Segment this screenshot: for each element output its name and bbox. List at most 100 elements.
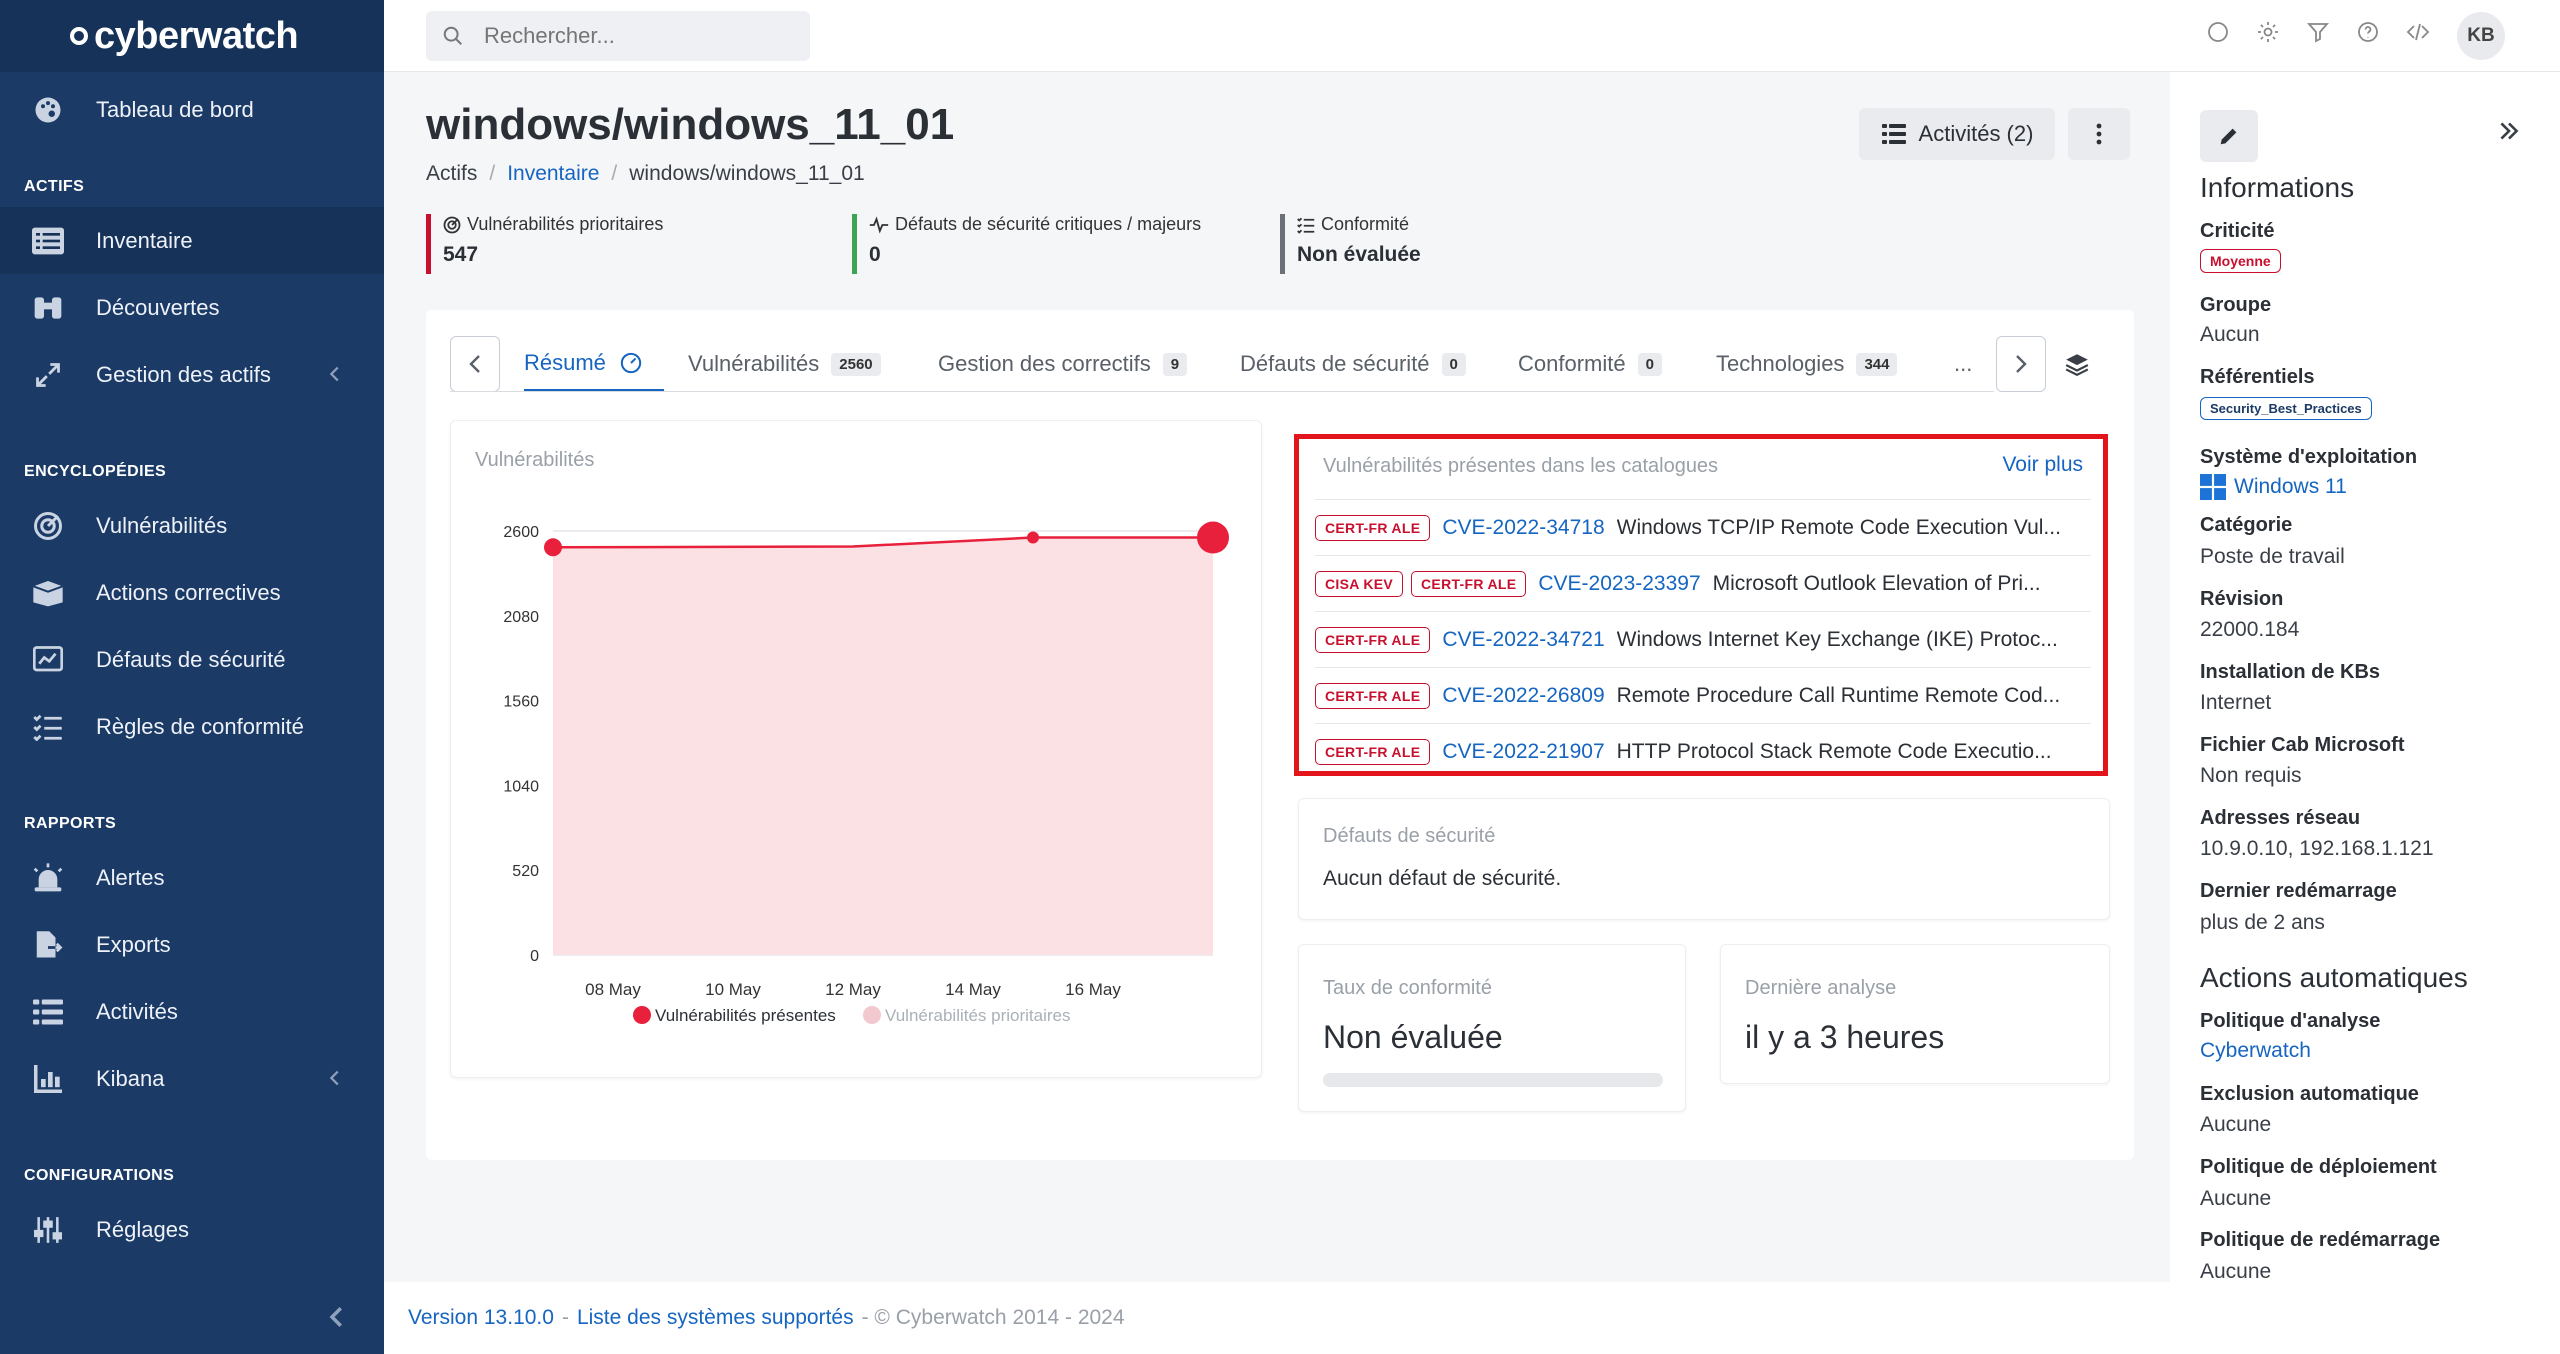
kpi-label: Conformité <box>1321 214 1410 234</box>
reboot-label: Dernier redémarrage <box>2200 880 2397 902</box>
tasks-icon <box>1881 124 1906 144</box>
catalog-row[interactable]: CERT-FR ALE CVE-2022-21907 HTTP Protocol S… <box>1315 723 2091 779</box>
cve-link[interactable]: CVE-2022-21907 <box>1442 740 1604 764</box>
category-value: Poste de travail <box>2200 545 2345 568</box>
supported-systems-link[interactable]: Liste des systèmes supportés <box>577 1306 854 1330</box>
sidebar-item-dashboard[interactable]: Tableau de bord <box>0 76 384 143</box>
sidebar-item-label: Kibana <box>96 1065 165 1091</box>
kpi-priority-vulnerabilities[interactable]: Vulnérabilités prioritaires 547 <box>426 214 663 274</box>
cve-description: HTTP Protocol Stack Remote Code Executio… <box>1616 739 2052 763</box>
x-tick-label: 10 May <box>705 980 761 999</box>
sidebar-item-kibana[interactable]: Kibana <box>0 1045 384 1112</box>
help-icon[interactable] <box>2356 20 2380 44</box>
cve-description: Windows TCP/IP Remote Code Execution Vul… <box>1616 515 2061 539</box>
data-point <box>1027 531 1039 544</box>
sidebar-item-discoveries[interactable]: Découvertes <box>0 274 384 341</box>
compliance-header: Taux de conformité <box>1323 977 1492 999</box>
filter-icon[interactable] <box>2306 20 2330 44</box>
gear-icon[interactable] <box>2256 20 2280 44</box>
layers-icon[interactable] <box>2064 352 2090 381</box>
tabs-prev-button[interactable] <box>450 336 500 392</box>
tab-patch-management[interactable]: Gestion des correctifs 9 <box>938 336 1188 392</box>
sidebar-item-exports[interactable]: Exports <box>0 911 384 978</box>
tab-label: Vulnérabilités <box>688 351 820 376</box>
legend-label: Vulnérabilités prioritaires <box>885 1006 1071 1025</box>
catalog-row[interactable]: CERT-FR ALE CVE-2022-26809 Remote Procedur… <box>1315 667 2091 723</box>
tab-vulnerabilities[interactable]: Vulnérabilités 2560 <box>688 336 881 392</box>
sidebar-item-label: Défauts de sécurité <box>96 646 286 672</box>
os-value[interactable]: Windows 11 <box>2200 474 2347 500</box>
criticality-badge: Moyenne <box>2200 249 2281 273</box>
sidebar-item-compliance-rules[interactable]: Règles de conformité <box>0 693 384 760</box>
chevron-left-icon <box>329 366 339 382</box>
cve-link[interactable]: CVE-2023-23397 <box>1538 572 1700 596</box>
page-title: windows/windows_11_01 <box>426 100 955 149</box>
cab-label: Fichier Cab Microsoft <box>2200 734 2405 756</box>
breadcrumb-inventory-link[interactable]: Inventaire <box>507 162 599 185</box>
kpi-security-defects[interactable]: Défauts de sécurité critiques / majeurs … <box>852 214 1201 274</box>
breadcrumb-root[interactable]: Actifs <box>426 162 477 185</box>
cve-link[interactable]: CVE-2022-26809 <box>1442 684 1604 708</box>
kebab-icon <box>2096 123 2102 145</box>
tab-security-defects[interactable]: Défauts de sécurité 0 <box>1240 336 1466 392</box>
compliance-value: Non évaluée <box>1323 1019 1503 1055</box>
tab-compliance[interactable]: Conformité 0 <box>1518 336 1662 392</box>
see-more-link[interactable]: Voir plus <box>2002 453 2083 477</box>
search-box[interactable] <box>426 11 810 61</box>
collapse-sidebar-icon[interactable] <box>322 1302 352 1332</box>
sidebar-item-settings[interactable]: Réglages <box>0 1196 384 1263</box>
tabs-next-button[interactable] <box>1996 336 2046 392</box>
more-options-button[interactable] <box>2068 108 2130 160</box>
compliance-progress-bar <box>1323 1073 1663 1087</box>
legend-marker <box>863 1006 881 1024</box>
x-tick-label: 16 May <box>1065 980 1121 999</box>
sidebar-item-inventory[interactable]: Inventaire <box>0 207 384 274</box>
exclusion-label: Exclusion automatique <box>2200 1083 2419 1105</box>
defects-header: Défauts de sécurité <box>1323 825 1496 847</box>
sidebar-item-asset-management[interactable]: Gestion des actifs <box>0 341 384 408</box>
data-point <box>1197 521 1229 554</box>
analysis-policy-link[interactable]: Cyberwatch <box>2200 1039 2311 1063</box>
list-icon <box>30 223 66 259</box>
status-circle-icon[interactable] <box>2206 20 2230 44</box>
tab-overflow[interactable]: ... <box>1954 336 1972 392</box>
standards-badge[interactable]: Security_Best_Practices <box>2200 397 2372 420</box>
expand-arrows-icon <box>30 357 66 393</box>
cve-link[interactable]: CVE-2022-34718 <box>1442 516 1604 540</box>
sidebar-item-corrective-actions[interactable]: Actions correctives <box>0 559 384 626</box>
sidebar-item-label: Vulnérabilités <box>96 512 228 538</box>
sidebar-item-vulnerabilities[interactable]: Vulnérabilités <box>0 492 384 559</box>
version-link[interactable]: Version 13.10.0 <box>408 1306 554 1330</box>
activities-button[interactable]: Activités (2) <box>1859 108 2055 160</box>
sidebar-item-label: Alertes <box>96 864 165 890</box>
last-analysis-card: Dernière analyse il y a 3 heures <box>1720 944 2110 1084</box>
kb-label: Installation de KBs <box>2200 661 2381 683</box>
sidebar-item-security-defects[interactable]: Défauts de sécurité <box>0 626 384 693</box>
user-avatar[interactable]: KB <box>2457 12 2505 60</box>
catalog-tag-badge: CISA KEV <box>1315 570 1404 597</box>
tab-summary[interactable]: Résumé <box>524 336 664 392</box>
catalog-row[interactable]: CERT-FR ALE CVE-2022-34721 Windows Interne… <box>1315 611 2091 667</box>
sidebar-item-activities[interactable]: Activités <box>0 978 384 1045</box>
cve-description: Windows Internet Key Exchange (IKE) Prot… <box>1616 627 2058 651</box>
kpi-value: 547 <box>443 243 479 266</box>
collapse-panel-icon[interactable] <box>2496 118 2522 149</box>
tab-technologies[interactable]: Technologies 344 <box>1716 336 1898 392</box>
catalog-header: Vulnérabilités présentes dans les catalo… <box>1323 455 1719 477</box>
tab-count-badge: 344 <box>1856 352 1898 376</box>
palette-icon <box>30 92 66 128</box>
brand-logo[interactable]: cyberwatch <box>0 0 384 72</box>
reboot-value: plus de 2 ans <box>2200 911 2325 934</box>
logo-ring-icon <box>70 27 88 45</box>
code-icon[interactable] <box>2406 20 2430 44</box>
file-export-icon <box>30 927 66 963</box>
catalog-row[interactable]: CISA KEV CERT-FR ALE CVE-2023-23397 Microso… <box>1315 555 2091 611</box>
edit-button[interactable] <box>2200 110 2258 162</box>
search-input[interactable] <box>484 23 784 49</box>
search-icon <box>443 26 462 45</box>
catalog-row[interactable]: CERT-FR ALE CVE-2022-34718 Windows TCP/IP … <box>1315 499 2091 555</box>
kpi-compliance[interactable]: Conformité Non évaluée <box>1280 214 1421 274</box>
sidebar-item-label: Activités <box>96 998 178 1024</box>
sidebar-item-alerts[interactable]: Alertes <box>0 844 384 911</box>
cve-link[interactable]: CVE-2022-34721 <box>1442 628 1604 652</box>
